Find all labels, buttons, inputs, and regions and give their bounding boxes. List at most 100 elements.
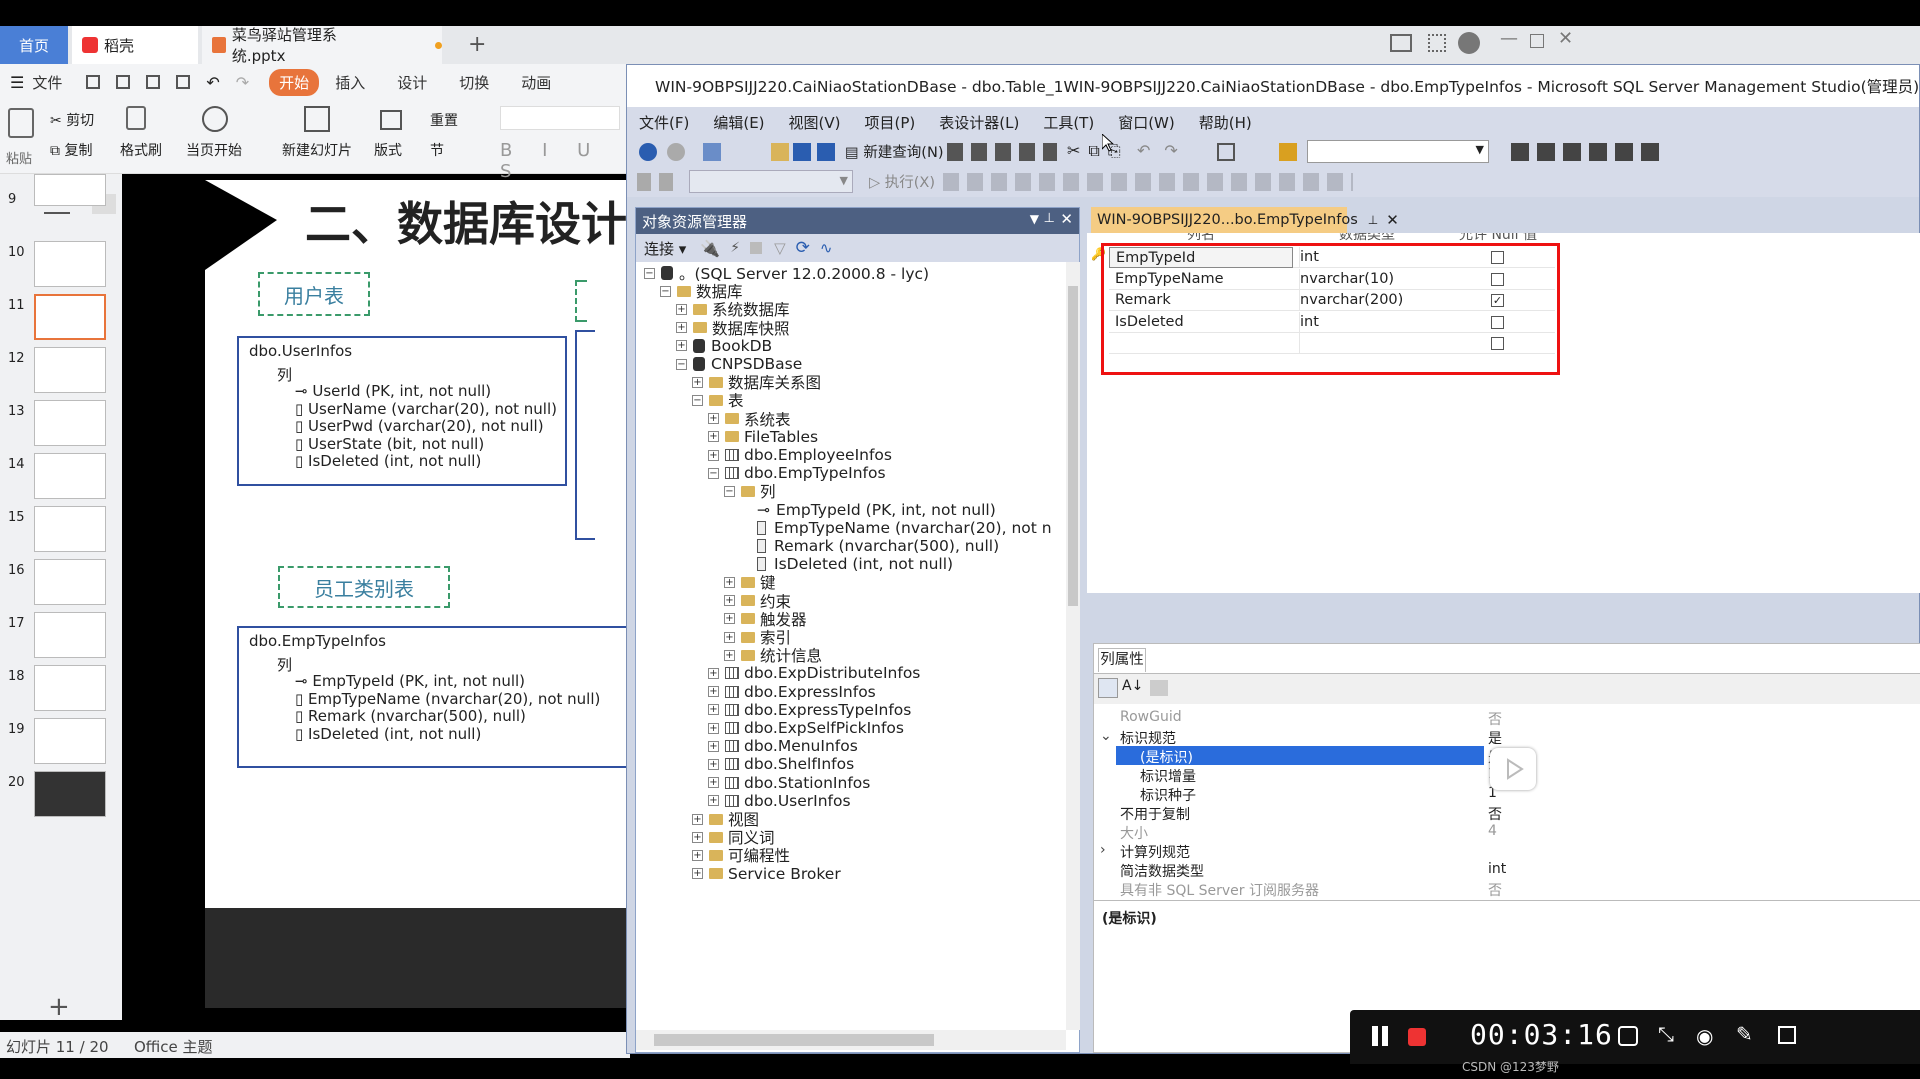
screenshot-area-icon[interactable] xyxy=(1618,1026,1638,1046)
redo-icon[interactable]: ↷ xyxy=(236,73,249,92)
menu-transition[interactable]: 切换 xyxy=(459,72,489,93)
layout-icon[interactable] xyxy=(1390,34,1412,52)
play-icon[interactable] xyxy=(202,106,228,132)
slide-thumbnail[interactable] xyxy=(34,612,106,658)
property-pages-icon[interactable] xyxy=(1150,680,1168,696)
close-tab-icon[interactable]: ✕ xyxy=(1386,211,1399,229)
alphabetical-icon[interactable]: A↓ xyxy=(1122,678,1143,698)
expand-icon[interactable]: + xyxy=(692,831,703,843)
pen-icon[interactable]: ✎ xyxy=(1736,1022,1753,1046)
tree-node[interactable]: + Service Broker xyxy=(692,863,841,885)
camera-icon[interactable]: ◉ xyxy=(1696,1024,1713,1048)
new-tab-icon[interactable]: + xyxy=(468,32,486,57)
save-all-icon[interactable] xyxy=(817,143,835,161)
back-icon[interactable] xyxy=(639,143,657,161)
open-file-icon[interactable] xyxy=(771,143,789,161)
ssms-menu-item[interactable]: 表设计器(L) xyxy=(939,112,1019,133)
format-painter-label[interactable]: 格式刷 xyxy=(120,140,162,160)
close-icon[interactable]: ✕ xyxy=(1558,28,1573,49)
scrollbar-thumb[interactable] xyxy=(1068,286,1078,606)
expand-icon[interactable]: + xyxy=(724,576,735,588)
expand-icon[interactable]: + xyxy=(676,303,687,315)
close-icon[interactable]: ✕ xyxy=(1060,210,1073,228)
expand-icon[interactable]: + xyxy=(708,777,719,789)
floating-play-widget[interactable] xyxy=(1490,748,1536,790)
tree-horizontal-scrollbar[interactable] xyxy=(636,1030,1066,1050)
pin-icon[interactable]: ⊥ xyxy=(1044,211,1055,226)
slide-thumbnail[interactable] xyxy=(34,718,106,764)
expand-icon[interactable]: − xyxy=(708,467,719,479)
stop-record-icon[interactable] xyxy=(1408,1028,1426,1046)
copy-button[interactable]: ⧉ 复制 xyxy=(50,140,92,160)
property-row[interactable]: › 计算列规范 xyxy=(1094,841,1920,861)
tab-home[interactable]: 首页 xyxy=(0,26,68,64)
expand-icon[interactable]: + xyxy=(708,795,719,807)
connect-plug-icon[interactable]: 🔌 xyxy=(700,239,720,258)
expand-icon[interactable]: + xyxy=(692,868,703,880)
property-row[interactable]: ⌄ 标识规范 是 xyxy=(1094,727,1920,747)
database-select[interactable]: ▼ xyxy=(689,170,853,193)
ssms-menu-item[interactable]: 编辑(E) xyxy=(713,112,764,133)
expand-icon[interactable]: + xyxy=(676,322,687,334)
stop-icon[interactable] xyxy=(750,242,763,254)
menu-design[interactable]: 设计 xyxy=(397,72,427,93)
ssms-menu-item[interactable]: 项目(P) xyxy=(865,112,916,133)
reset-button[interactable]: 重置 xyxy=(430,110,458,130)
menu-animation[interactable]: 动画 xyxy=(521,72,551,93)
ssms-menu-item[interactable]: 窗口(W) xyxy=(1118,112,1175,133)
add-slide-icon[interactable]: + xyxy=(48,992,70,1022)
slide-thumbnail[interactable] xyxy=(34,241,106,287)
expand-icon[interactable]: + xyxy=(708,758,719,770)
ssms-menu-item[interactable]: 文件(F) xyxy=(639,112,689,133)
section-button[interactable]: 节 xyxy=(430,140,444,160)
slide-thumbnail[interactable] xyxy=(34,506,106,552)
preview-icon[interactable] xyxy=(176,75,191,89)
expand-icon[interactable]: + xyxy=(724,649,735,661)
ssms-menu-item[interactable]: 工具(T) xyxy=(1043,112,1094,133)
expand-icon[interactable]: + xyxy=(708,722,719,734)
property-row[interactable]: 具有非 SQL Server 订阅服务器 否 xyxy=(1094,879,1920,899)
dropdown-icon[interactable]: ▼ xyxy=(1030,212,1039,226)
expand-icon[interactable]: + xyxy=(724,595,735,607)
expand-icon[interactable]: − xyxy=(724,485,735,497)
expand-icon[interactable]: − xyxy=(676,358,687,370)
font-style-icons[interactable]: B I U S xyxy=(500,140,630,182)
ssms-menu-item[interactable]: 帮助(H) xyxy=(1199,112,1252,133)
property-row[interactable]: 大小 4 xyxy=(1094,822,1920,842)
shrink-icon[interactable]: ⤡ xyxy=(1658,1022,1674,1046)
find-icon[interactable] xyxy=(1279,143,1297,161)
slide-thumbnail[interactable] xyxy=(34,771,106,817)
query-type-icons[interactable] xyxy=(947,143,1057,161)
expand-icon[interactable]: − xyxy=(644,267,655,279)
new-slide-button[interactable]: 新建幻灯片 xyxy=(282,140,352,160)
window-icon[interactable] xyxy=(1778,1026,1796,1044)
forward-icon[interactable] xyxy=(667,143,685,161)
slide-thumbnail[interactable] xyxy=(34,453,106,499)
refresh-icon[interactable]: ⟳ xyxy=(796,238,810,258)
new-query-button[interactable]: ▤ 新建查询(N) xyxy=(845,141,943,162)
new-project-icon[interactable] xyxy=(703,143,721,161)
avatar[interactable] xyxy=(1458,32,1480,54)
font-name-input[interactable] xyxy=(500,106,620,130)
expand-icon[interactable]: + xyxy=(708,667,719,679)
categorized-icon[interactable] xyxy=(1098,678,1118,698)
format-painter-icon[interactable] xyxy=(126,106,146,130)
activity-icon[interactable] xyxy=(1217,143,1235,161)
expand-icon[interactable]: + xyxy=(708,449,719,461)
activity-monitor-icon[interactable]: ∿ xyxy=(820,239,833,257)
expand-icon[interactable]: + xyxy=(724,613,735,625)
connect-button[interactable]: 连接 ▾ xyxy=(644,238,686,259)
slide-thumbnail[interactable] xyxy=(34,400,106,446)
layout-button[interactable]: 版式 xyxy=(374,140,402,160)
cut-copy-paste-icons[interactable]: ✂⧉⎘ xyxy=(1067,141,1129,161)
expand-icon[interactable]: − xyxy=(692,394,703,406)
expand-icon[interactable]: + xyxy=(708,431,719,443)
minimize-icon[interactable]: — xyxy=(1500,28,1518,49)
export-icon[interactable] xyxy=(116,75,131,89)
play-from-current-button[interactable]: 当页开始 xyxy=(186,140,242,160)
tab-pptx[interactable]: 菜鸟驿站管理系统.pptx xyxy=(202,26,442,65)
tools-icons[interactable] xyxy=(1511,143,1661,161)
undo-redo-icons[interactable]: ↶↷ xyxy=(1137,141,1192,160)
expand-icon[interactable]: + xyxy=(692,376,703,388)
expand-icon[interactable]: + xyxy=(708,686,719,698)
